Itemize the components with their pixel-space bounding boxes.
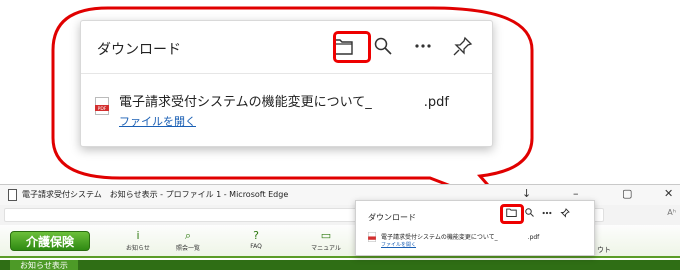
download-item[interactable]: PDF 電子請求受付システムの機能変更について_ .pdf ファイルを開く bbox=[95, 91, 449, 129]
download-file-name: 電子請求受付システムの機能変更について_ .pdf bbox=[381, 234, 540, 241]
pdf-file-icon bbox=[368, 232, 376, 242]
download-file-name: 電子請求受付システムの機能変更について_ .pdf bbox=[119, 95, 449, 110]
more-icon[interactable] bbox=[412, 35, 434, 57]
download-panel-title: ダウンロード bbox=[97, 42, 181, 58]
open-file-link[interactable]: ファイルを開く bbox=[381, 241, 539, 248]
downloads-icon[interactable]: ↓ bbox=[522, 187, 531, 200]
nav-item-notices[interactable]: i お知らせ bbox=[118, 229, 158, 252]
nav-item-manual[interactable]: ▭ マニュアル bbox=[306, 229, 346, 252]
pin-icon[interactable] bbox=[452, 35, 474, 57]
svg-text:PDF: PDF bbox=[98, 106, 107, 112]
edge-window: 電子請求受付システム お知らせ表示 - プロファイル 1 - Microsoft… bbox=[0, 184, 680, 270]
book-icon: ▭ bbox=[320, 229, 332, 242]
nav-label: FAQ bbox=[250, 243, 262, 250]
maximize-button[interactable]: ▢ bbox=[622, 187, 632, 200]
folder-highlight-box bbox=[500, 204, 524, 224]
faq-icon: ? bbox=[253, 229, 259, 242]
download-item-text: 電子請求受付システムの機能変更について_ .pdf ファイルを開く bbox=[119, 91, 449, 129]
page-icon bbox=[8, 189, 17, 201]
download-item[interactable]: 電子請求受付システムの機能変更について_ .pdf ファイルを開く bbox=[368, 232, 539, 248]
download-item-text: 電子請求受付システムの機能変更について_ .pdf ファイルを開く bbox=[381, 232, 539, 248]
close-button[interactable]: ✕ bbox=[664, 187, 673, 200]
notice-tab: お知らせ表示 bbox=[10, 260, 78, 270]
download-flyout: ダウンロード 電子請求受付システムの機能変更について_.pdf ファイルを開く bbox=[355, 200, 595, 256]
folder-highlight-box bbox=[333, 31, 371, 63]
nav-label: 照会一覧 bbox=[175, 245, 200, 252]
logout-partial-text[interactable]: ウト bbox=[597, 245, 611, 255]
pdf-file-icon: PDF bbox=[95, 97, 109, 115]
download-flyout-title: ダウンロード bbox=[368, 213, 416, 222]
pin-icon[interactable] bbox=[560, 208, 570, 221]
notice-bar: お知らせ表示 bbox=[0, 260, 680, 270]
more-icon[interactable] bbox=[542, 208, 552, 221]
minimize-button[interactable]: – bbox=[573, 187, 579, 200]
kaigo-hoken-button[interactable]: 介護保険 bbox=[10, 231, 90, 251]
read-aloud-icon[interactable]: Aʰ bbox=[667, 208, 676, 217]
nav-item-faq[interactable]: ? FAQ bbox=[236, 229, 276, 250]
magnifier-icon: ⌕ bbox=[184, 229, 192, 242]
nav-label: お知らせ bbox=[126, 245, 150, 252]
search-icon[interactable] bbox=[372, 35, 394, 57]
screenshot-root: ダウンロード PDF 電子請求受付システムの機能変更について_ .pdf ファイ… bbox=[0, 0, 680, 270]
divider bbox=[81, 73, 492, 74]
window-title: 電子請求受付システム お知らせ表示 - プロファイル 1 - Microsoft… bbox=[22, 190, 289, 199]
nav-label: マニュアル bbox=[311, 245, 341, 252]
nav-item-inquiry-list[interactable]: ⌕ 照会一覧 bbox=[168, 229, 208, 252]
search-icon[interactable] bbox=[525, 208, 534, 221]
info-icon: i bbox=[136, 229, 140, 242]
download-panel-zoomed: ダウンロード PDF 電子請求受付システムの機能変更について_ .pdf ファイ… bbox=[80, 20, 493, 147]
open-file-link[interactable]: ファイルを開く bbox=[119, 113, 449, 129]
